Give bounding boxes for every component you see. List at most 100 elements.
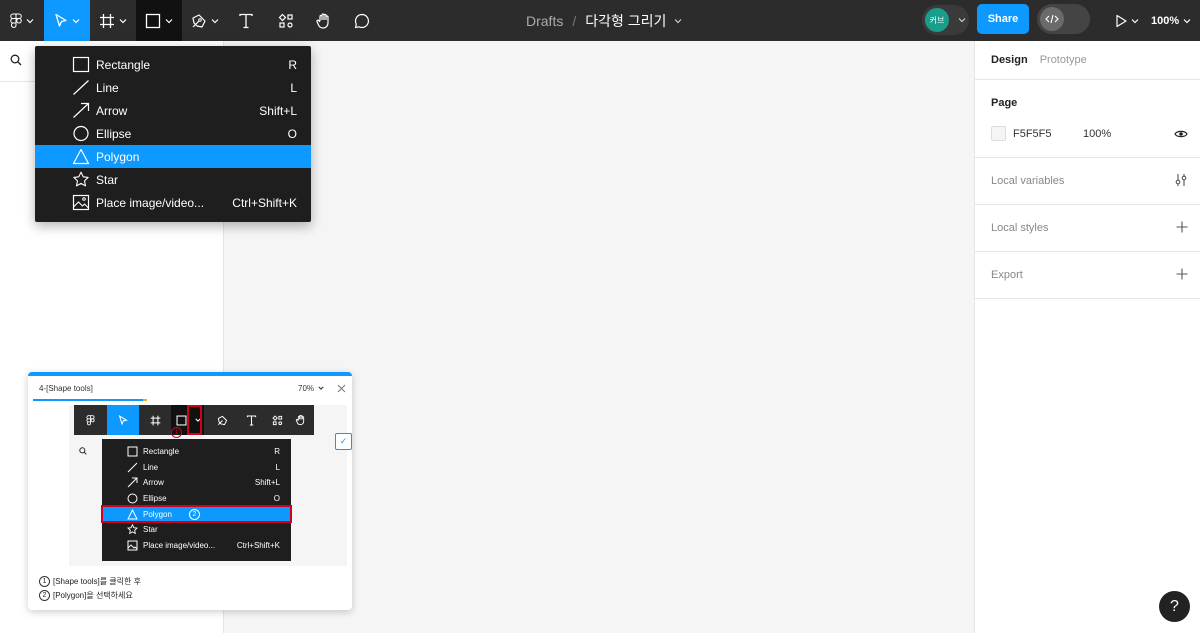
page-opacity-value[interactable]: 100% [1083,128,1111,140]
resources-button[interactable] [268,0,304,41]
menu-item-label: Rectangle [96,57,151,72]
plus-icon[interactable] [1176,221,1188,236]
tab-design[interactable]: Design [991,54,1028,66]
comment-tool-button[interactable] [344,0,380,41]
frame-tool-button[interactable] [90,0,136,41]
mini-menu-label: Polygon [143,509,172,519]
tutorial-card: 4-[Shape tools] 70% 1 Rectangle R Line L… [28,372,352,610]
export-label: Export [991,269,1023,281]
tab-prototype[interactable]: Prototype [1040,54,1087,66]
figma-logo-icon [10,13,22,28]
breadcrumb-drafts[interactable]: Drafts [526,13,563,29]
mini-menu-label: Rectangle [143,447,180,457]
ellipse-icon [73,125,89,142]
chevron-down-icon [958,18,966,23]
ellipse-icon [127,493,138,504]
tutorial-title: 4-[Shape tools] [39,384,93,393]
step-number: 2 [39,590,50,601]
chevron-down-icon[interactable] [674,17,682,25]
menu-item-polygon[interactable]: Polygon [35,145,311,168]
rectangle-icon [127,446,138,457]
mini-menu-shortcut: Shift+L [254,478,280,488]
chevron-down-icon [318,386,324,390]
shape-tools-button[interactable] [136,0,182,41]
chevron-down-icon [26,18,34,23]
panel-tabs: Design Prototype [991,54,1087,66]
mini-menu-item-line: Line L [102,460,291,476]
multiplayer-avatar-button[interactable]: 커브 [922,5,969,35]
checkmark-icon[interactable]: ✓ [335,433,352,450]
divider [975,204,1200,205]
share-button[interactable]: Share [977,4,1029,34]
mini-menu-shortcut: L [275,462,280,472]
plus-icon[interactable] [1176,268,1188,283]
step-text: [Polygon]을 선택하세요 [53,591,133,600]
hand-tool-button[interactable] [306,0,342,41]
step-marker-1: 1 [171,427,182,438]
mini-menu-shortcut: R [274,447,280,457]
chevron-down-icon [72,18,80,23]
present-button[interactable] [1110,0,1144,41]
step-text: [Shape tools]를 클릭한 후 [53,577,141,586]
shape-tools-menu: Rectangle R Line L Arrow Shift+L Ellipse… [35,46,311,222]
mini-menu-label: Place image/video... [143,540,216,550]
tutorial-zoom-label: 70% [298,384,315,393]
mini-menu-shortcut: O [273,494,280,504]
star-icon [127,524,138,535]
arrow-icon [73,102,90,118]
mini-menu-label: Ellipse [143,494,167,504]
mini-menu-label: Star [143,525,158,535]
menu-item-ellipse[interactable]: Ellipse O [35,122,311,145]
mini-pen-icon [206,405,238,435]
star-icon [73,171,89,187]
text-tool-button[interactable] [228,0,264,41]
main-menu-button[interactable] [0,0,44,41]
mini-menu-item-ellipse: Ellipse O [102,491,291,507]
breadcrumb-separator: / [572,12,577,29]
tutorial-step-2: 2 [Polygon]을 선택하세요 [39,590,133,601]
menu-item-arrow[interactable]: Arrow Shift+L [35,99,311,122]
close-icon[interactable] [337,382,346,396]
variables-icon[interactable] [1174,173,1188,190]
line-icon [73,80,89,95]
chevron-down-icon [119,18,127,23]
menu-item-shortcut: O [287,126,297,141]
menu-item-place-image[interactable]: Place image/video... Ctrl+Shift+K [35,191,311,214]
file-name[interactable]: 다각형 그리기 [585,11,666,31]
mini-menu-label: Line [143,462,159,472]
top-toolbar: Drafts / 다각형 그리기 커브 Share 100% [0,0,1200,41]
zoom-dropdown[interactable]: 100% [1151,0,1191,41]
menu-item-label: Ellipse [96,126,132,141]
divider [975,251,1200,252]
file-title-area[interactable]: Drafts / 다각형 그리기 [526,0,682,41]
search-icon[interactable] [10,54,22,69]
line-icon [127,462,138,473]
menu-item-star[interactable]: Star [35,168,311,191]
page-color-value[interactable]: F5F5F5 [1013,128,1052,140]
polygon-icon [127,508,138,520]
highlight-box-shape-tools [187,405,202,435]
image-icon [127,540,138,551]
page-color-swatch[interactable] [991,126,1006,141]
comment-icon [354,13,370,28]
play-icon [1116,14,1127,27]
code-icon [1040,7,1064,31]
rectangle-icon [72,56,90,73]
menu-item-line[interactable]: Line L [35,76,311,99]
card-accent-bar [28,372,352,376]
pen-tool-button[interactable] [182,0,228,41]
mini-hand-icon [288,405,314,435]
menu-item-rectangle[interactable]: Rectangle R [35,53,311,76]
dev-mode-toggle[interactable] [1037,4,1090,34]
tutorial-step-1: 1 [Shape tools]를 클릭한 후 [39,576,141,587]
rectangle-icon [145,13,161,28]
avatar: 커브 [925,8,949,32]
move-tool-button[interactable] [44,0,90,41]
menu-item-label: Line [96,80,119,95]
tutorial-zoom-dropdown[interactable]: 70% [298,384,324,393]
help-button[interactable]: ? [1159,591,1190,622]
mini-menu-shortcut: Ctrl+Shift+K [236,540,280,550]
local-styles-label: Local styles [991,222,1049,234]
step-number: 1 [39,576,50,587]
eye-icon[interactable] [1174,128,1188,142]
